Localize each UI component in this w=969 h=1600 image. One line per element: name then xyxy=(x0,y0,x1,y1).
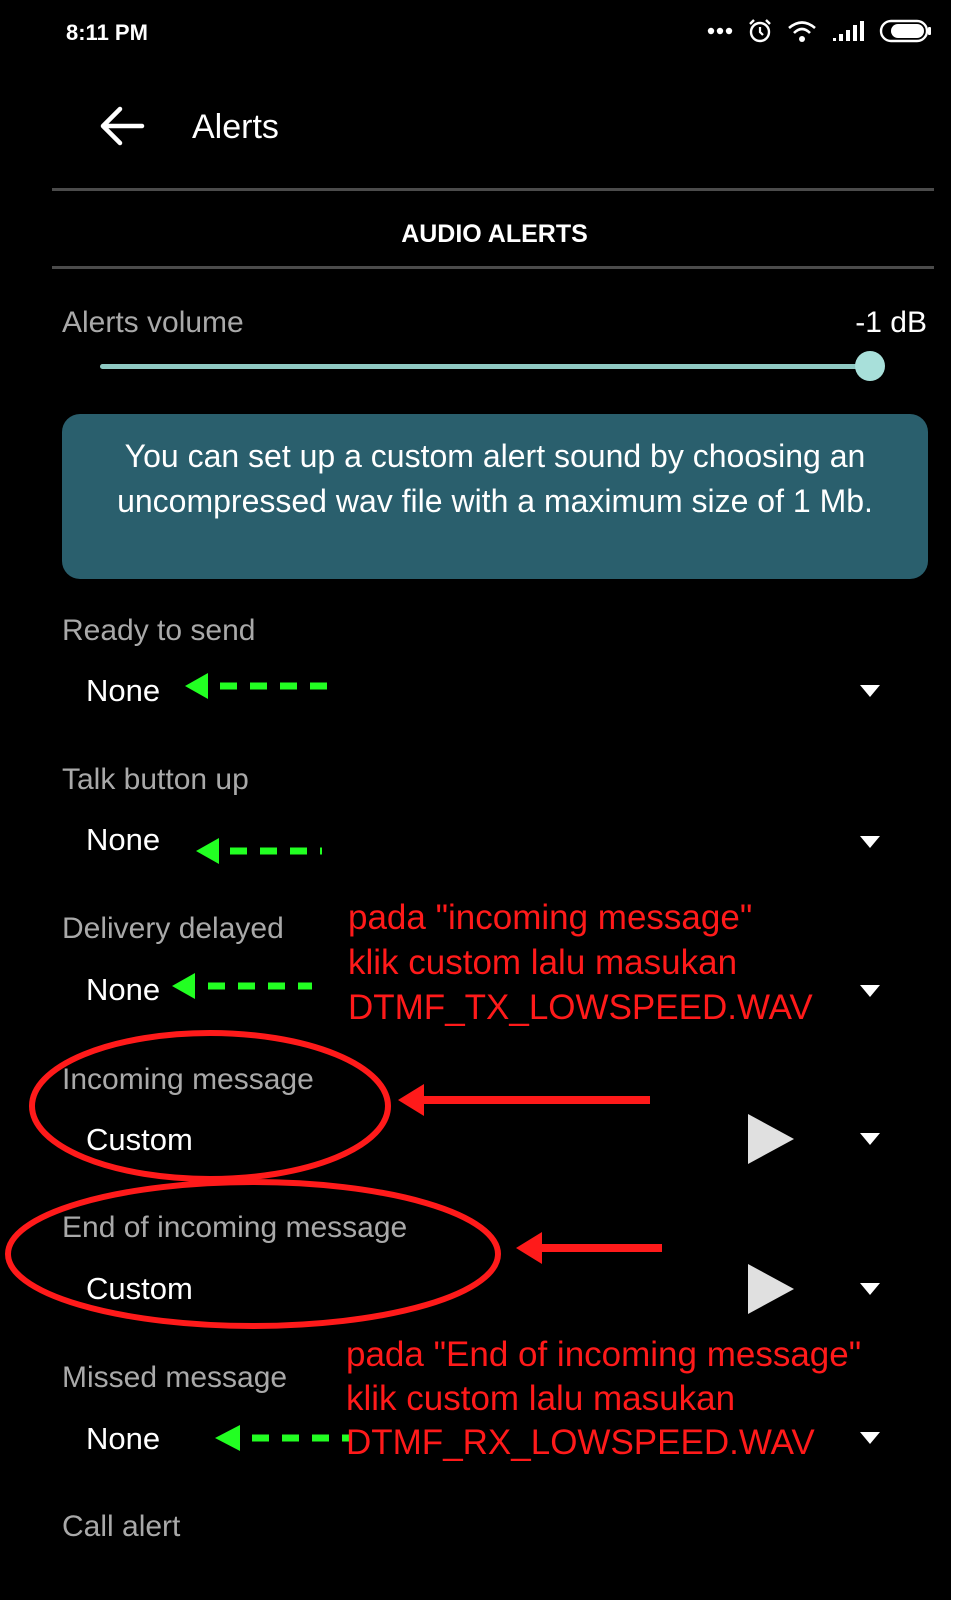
annotation-note1-line1: pada "incoming message" xyxy=(348,898,753,937)
annotation-note2-line1: pada "End of incoming message" xyxy=(346,1335,862,1374)
red-arrow-end-of-incoming-message xyxy=(516,1232,662,1264)
annotation-note1-line3: DTMF_TX_LOWSPEED.WAV xyxy=(348,988,813,1027)
green-arrow-ready-to-send xyxy=(185,673,335,699)
green-arrow-talk-button-up xyxy=(196,838,322,864)
green-arrow-delivery-delayed xyxy=(172,973,312,999)
red-circle-incoming-message xyxy=(29,1030,391,1182)
green-arrow-missed-message xyxy=(215,1425,350,1451)
red-arrow-incoming-message xyxy=(398,1084,650,1116)
annotation-note1-line2: klik custom lalu masukan xyxy=(348,943,738,982)
annotation-note2-line2: klik custom lalu masukan xyxy=(346,1379,736,1418)
phone-screen: 8:11 PM Alerts AUDIO ALERTS Alerts volum… xyxy=(0,0,951,1600)
red-circle-end-of-incoming-message xyxy=(5,1179,501,1329)
annotation-note2-line3: DTMF_RX_LOWSPEED.WAV xyxy=(346,1423,815,1462)
